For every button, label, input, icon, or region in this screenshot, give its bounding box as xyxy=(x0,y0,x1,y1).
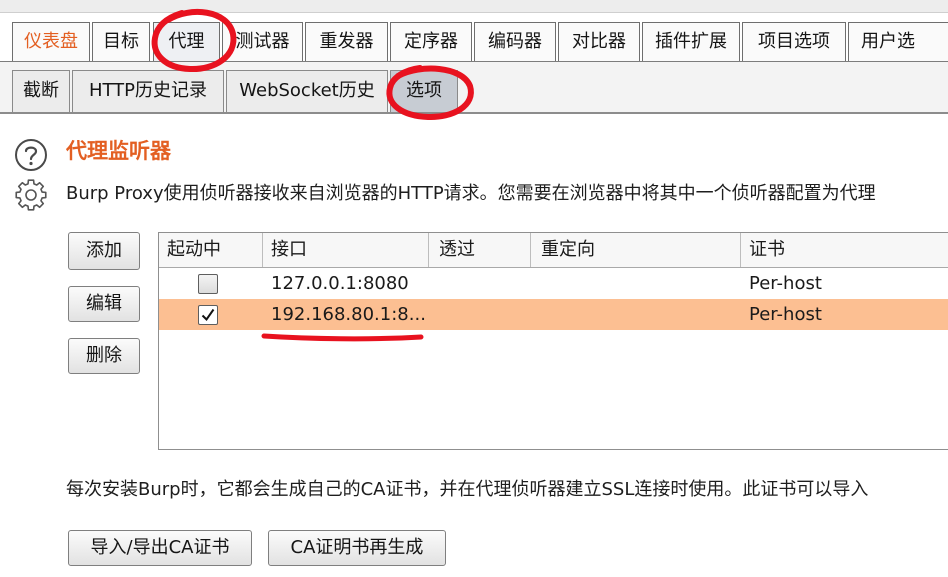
tab-repeater[interactable]: 重发器 xyxy=(305,22,388,61)
subtab-http-history[interactable]: HTTP历史记录 xyxy=(72,70,224,112)
listeners-table: 起动中 接口 透过 重定向 证书 127.0.0.1:8080 Per-host xyxy=(158,232,948,450)
column-header-running[interactable]: 起动中 xyxy=(159,233,263,267)
cell-certificate: Per-host xyxy=(749,273,822,294)
cell-interface: 192.168.80.1:8... xyxy=(271,304,426,325)
cell-certificate: Per-host xyxy=(749,304,822,325)
tab-extender[interactable]: 插件扩展 xyxy=(642,22,740,61)
tab-target[interactable]: 目标 xyxy=(92,22,150,61)
main-tab-bar: 仪表盘 目标 代理 测试器 重发器 定序器 编码器 对比器 插件扩展 项目选项 … xyxy=(0,13,948,62)
cell-interface: 127.0.0.1:8080 xyxy=(271,273,409,294)
cell-redirect xyxy=(531,299,741,330)
cell-invisible xyxy=(429,268,531,299)
tab-user-options[interactable]: 用户选 xyxy=(848,22,948,61)
ca-certificate-description: 每次安装Burp时，它都会生成自己的CA证书，并在代理侦听器建立SSL连接时使用… xyxy=(66,479,869,500)
section-description: Burp Proxy使用侦听器接收来自浏览器的HTTP请求。您需要在浏览器中将其… xyxy=(66,183,876,204)
subtab-options[interactable]: 选项 xyxy=(390,70,458,112)
edit-listener-button[interactable]: 编辑 xyxy=(68,286,140,322)
table-row[interactable]: 192.168.80.1:8... Per-host xyxy=(159,299,948,330)
running-checkbox[interactable] xyxy=(198,304,218,325)
tab-intruder[interactable]: 测试器 xyxy=(222,22,303,61)
table-header: 起动中 接口 透过 重定向 证书 xyxy=(159,233,948,268)
column-header-invisible[interactable]: 透过 xyxy=(429,233,531,267)
cell-redirect xyxy=(531,268,741,299)
help-icon[interactable] xyxy=(14,138,48,172)
tab-project-options[interactable]: 项目选项 xyxy=(742,22,846,61)
checkmark-icon xyxy=(201,308,215,321)
add-listener-button[interactable]: 添加 xyxy=(68,232,140,270)
tab-decoder[interactable]: 编码器 xyxy=(474,22,556,61)
tab-sequencer[interactable]: 定序器 xyxy=(390,22,472,61)
column-header-interface[interactable]: 接口 xyxy=(263,233,429,267)
subtab-websocket-history[interactable]: WebSocket历史 xyxy=(226,70,388,112)
table-row[interactable]: 127.0.0.1:8080 Per-host xyxy=(159,268,948,299)
options-panel: 代理监听器 Burp Proxy使用侦听器接收来自浏览器的HTTP请求。您需要在… xyxy=(0,114,948,577)
regenerate-ca-button[interactable]: CA证明书再生成 xyxy=(268,530,446,566)
cell-invisible xyxy=(429,299,531,330)
column-header-certificate[interactable]: 证书 xyxy=(741,233,948,267)
burp-window: { "colors": { "accent": "#E35F22", "sele… xyxy=(0,0,948,577)
column-header-redirect[interactable]: 重定向 xyxy=(531,233,741,267)
section-title: 代理监听器 xyxy=(66,139,171,163)
window-title-strip xyxy=(0,0,948,13)
tab-dashboard[interactable]: 仪表盘 xyxy=(12,22,90,61)
remove-listener-button[interactable]: 删除 xyxy=(68,338,140,374)
tab-comparer[interactable]: 对比器 xyxy=(558,22,640,61)
running-checkbox[interactable] xyxy=(198,273,218,294)
proxy-sub-tab-bar: 截断 HTTP历史记录 WebSocket历史 选项 xyxy=(0,62,948,114)
subtab-intercept[interactable]: 截断 xyxy=(12,70,70,112)
cell-running xyxy=(159,299,263,330)
import-export-ca-button[interactable]: 导入/导出CA证书 xyxy=(68,530,252,566)
cell-running xyxy=(159,268,263,299)
gear-icon[interactable] xyxy=(14,178,48,212)
tab-proxy[interactable]: 代理 xyxy=(153,22,220,61)
